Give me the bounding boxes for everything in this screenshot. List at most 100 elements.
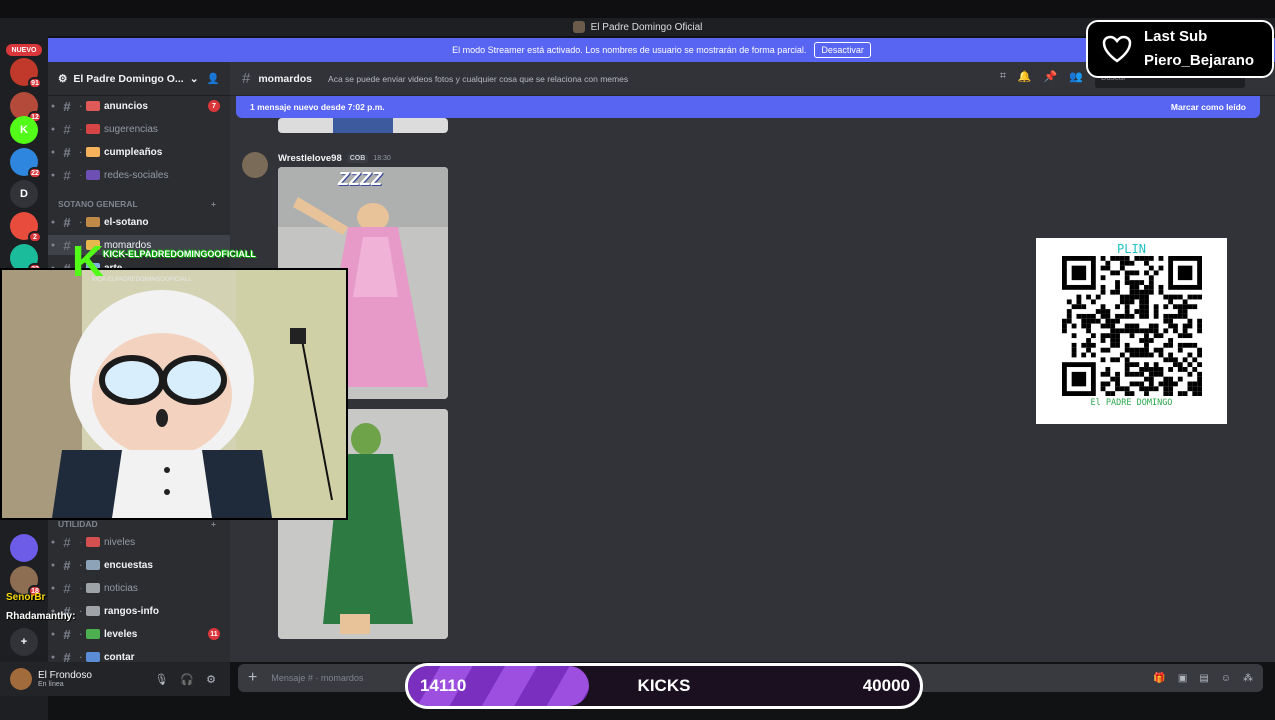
unread-dot-icon: ● — [50, 584, 56, 592]
guild-header[interactable]: ⚙ El Padre Domingo O... ⌄ 👤 — [48, 62, 230, 96]
separator-icon: · — [79, 147, 83, 157]
channel-encuestas[interactable]: ● # · encuestas — [48, 555, 230, 575]
hash-icon: # — [63, 144, 71, 160]
channel-label: sugerencias — [104, 123, 158, 135]
channel-label: cumpleaños — [104, 146, 163, 158]
apps-icon[interactable]: ⁂ — [1243, 673, 1253, 684]
hash-icon: # — [63, 167, 71, 183]
channel-sugerencias[interactable]: ● # · sugerencias — [48, 119, 230, 139]
username: El Frondoso — [38, 670, 92, 681]
plus-icon[interactable]: + — [248, 669, 257, 687]
banner-text: El modo Streamer está activado. Los nomb… — [452, 45, 807, 55]
hash-icon: # — [63, 214, 71, 230]
gear-icon[interactable]: ⚙ — [206, 673, 216, 686]
server-letter: + — [20, 636, 28, 648]
hash-icon: # — [63, 534, 71, 550]
separator-icon: · — [79, 217, 83, 227]
pin-icon[interactable]: 📌 — [1044, 70, 1058, 88]
unread-dot-icon: ● — [50, 148, 56, 156]
separator-icon: · — [79, 124, 83, 134]
avatar[interactable] — [10, 668, 32, 690]
channel-label: anuncios — [104, 100, 148, 112]
threads-icon[interactable]: ⌗ — [1000, 70, 1006, 88]
channel-label: noticias — [104, 582, 138, 594]
unread-dot-icon: ● — [50, 171, 56, 179]
channel-label: niveles — [104, 536, 136, 548]
window-title: El Padre Domingo Oficial — [590, 21, 703, 33]
kick-handle-small: KICK-ELPADREDOMINGOOFICIALL — [92, 277, 192, 283]
channel-el-sotano[interactable]: ● # · el-sotano — [48, 212, 230, 232]
kicks-label: KICKS — [637, 676, 691, 695]
separator-icon: · — [79, 583, 83, 593]
channel-emoji-icon — [86, 606, 100, 616]
server-badge: 91 — [28, 77, 42, 89]
mention-badge: 11 — [208, 628, 220, 640]
gif-icon[interactable]: ▣ — [1178, 673, 1187, 684]
kicks-goal-bar: 14110 KICKS 40000 — [405, 663, 923, 709]
channel-niveles[interactable]: ● # · niveles — [48, 532, 230, 552]
heart-icon — [1102, 35, 1132, 63]
add-channel-icon[interactable]: + — [211, 199, 216, 209]
message-time: 18:30 — [373, 155, 391, 162]
hash-icon: # — [63, 557, 71, 573]
channel-anuncios[interactable]: ● # · anuncios 7 — [48, 96, 230, 116]
disable-button[interactable]: Desactivar — [814, 42, 871, 58]
qr-widget: PLIN El PADRE DOMINGO — [1036, 238, 1227, 424]
headphones-icon[interactable]: 🎧 — [180, 673, 194, 686]
add-channel-icon[interactable]: + — [211, 519, 216, 529]
message-author[interactable]: Wrestlelove98 — [278, 153, 342, 164]
webcam-feed — [2, 270, 346, 518]
channel-emoji-icon — [86, 217, 100, 227]
server-8-icon[interactable] — [10, 534, 38, 562]
members-icon[interactable]: 👥 — [1069, 70, 1083, 88]
server-letter: K — [20, 124, 28, 136]
window-titlebar: El Padre Domingo Oficial — [0, 18, 1275, 36]
gift-icon[interactable]: 🎁 — [1153, 673, 1165, 684]
user-controls: 🎙 🎧 ⚙ — [154, 673, 230, 686]
microphone-icon[interactable]: 🎙 — [154, 673, 168, 686]
avatar[interactable] — [242, 152, 268, 178]
bell-icon[interactable]: 🔔 — [1018, 70, 1032, 88]
channel-label: rangos-info — [104, 605, 159, 617]
server-d-icon[interactable]: D — [10, 180, 38, 208]
qr-title: PLIN — [1117, 242, 1146, 256]
chat-name-2: Rhadamanthy: — [6, 611, 76, 622]
server-6-icon[interactable]: 2 — [10, 212, 42, 243]
kick-server-icon[interactable]: K — [10, 116, 38, 144]
emoji-icon[interactable]: ☺ — [1221, 673, 1231, 684]
message-image-previous[interactable] — [278, 118, 448, 133]
new-messages-bar[interactable]: 1 mensaje nuevo desde 7:02 p.m. Marcar c… — [236, 96, 1260, 118]
hash-icon: # — [63, 121, 71, 137]
last-sub-title: Last Sub — [1144, 28, 1208, 45]
composer-placeholder[interactable]: Mensaje # · momardos — [271, 673, 363, 683]
server-badge: 2 — [28, 231, 42, 243]
add-member-icon[interactable]: 👤 — [207, 72, 220, 85]
server-add-icon[interactable]: + — [10, 628, 38, 656]
server-4-icon[interactable]: 22 — [10, 148, 42, 179]
top-strip — [0, 0, 1275, 18]
guild-name: El Padre Domingo O... — [73, 72, 184, 85]
chevron-down-icon[interactable]: ⌄ — [190, 73, 199, 85]
channel-emoji-icon — [86, 629, 100, 639]
kicks-goal: 40000 — [862, 676, 910, 695]
server-1-icon[interactable]: 91 — [10, 58, 42, 89]
category-sotano[interactable]: SOTANO GENERAL + — [58, 196, 228, 212]
last-sub-widget: Last Sub Piero_Bejarano — [1086, 20, 1274, 78]
channel-leveles[interactable]: ● # · leveles 11 — [48, 624, 230, 644]
channel-cumpleaños[interactable]: ● # · cumpleaños — [48, 142, 230, 162]
channel-topic[interactable]: Aca se puede enviar videos fotos y cualq… — [328, 74, 628, 84]
mark-read-button[interactable]: Marcar como leído — [1171, 102, 1246, 112]
hash-icon: # — [63, 626, 71, 642]
last-sub-name: Piero_Bejarano — [1144, 52, 1255, 69]
last-sub-text: Last Sub Piero_Bejarano — [1144, 25, 1254, 73]
chat-overlay: SenorBr Rhadamanthy: — [6, 592, 75, 622]
hash-icon: # — [63, 98, 71, 114]
category-label: SOTANO GENERAL — [58, 199, 138, 209]
server-9-icon[interactable]: 18 — [10, 566, 42, 597]
guild-tag: COB — [346, 154, 369, 163]
user-panel: El Frondoso En línea 🎙 🎧 ⚙ — [0, 662, 230, 696]
channel-emoji-icon — [86, 583, 100, 593]
channel-redes-sociales[interactable]: ● # · redes-sociales — [48, 165, 230, 185]
channel-label: leveles — [104, 628, 138, 640]
sticker-icon[interactable]: ▤ — [1199, 673, 1208, 684]
